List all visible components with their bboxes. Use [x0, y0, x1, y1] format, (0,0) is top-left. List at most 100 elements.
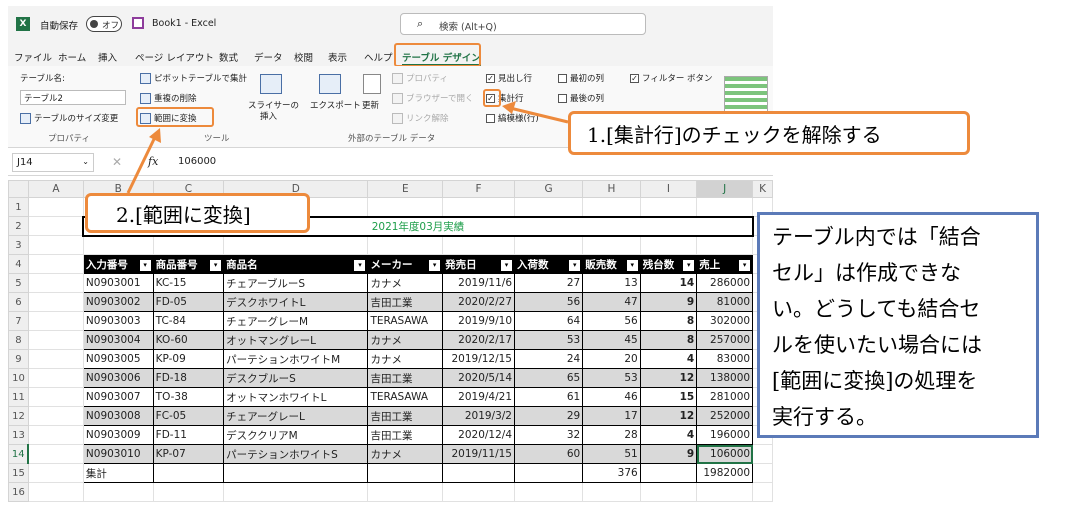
cell[interactable]: N0903006 — [82, 368, 154, 388]
cell[interactable]: 吉田工業 — [367, 292, 444, 312]
cell[interactable]: KP-07 — [152, 444, 225, 464]
tab-home[interactable]: ホーム — [58, 50, 86, 64]
cell[interactable]: 83000 — [696, 349, 754, 369]
cell[interactable]: KP-09 — [152, 349, 225, 369]
row-header[interactable]: 3 — [8, 235, 29, 255]
properties-button[interactable]: プロパティ — [392, 72, 448, 84]
filter-dropdown-icon[interactable]: ▾ — [354, 259, 366, 271]
table-style-thumbnail-icon[interactable] — [724, 76, 768, 114]
header-cell[interactable]: 残台数 ▾ — [639, 254, 698, 274]
cell[interactable] — [223, 463, 369, 483]
col-header-k[interactable]: K — [752, 180, 773, 198]
fx-icon[interactable]: fx — [148, 155, 158, 168]
cell[interactable]: 53 — [513, 330, 584, 350]
cell[interactable] — [442, 463, 515, 483]
filter-dropdown-icon[interactable]: ▾ — [501, 259, 512, 271]
tab-page-layout[interactable]: ページ レイアウト — [135, 50, 214, 64]
cell[interactable]: N0903007 — [82, 387, 154, 407]
cell[interactable]: 2019/3/2 — [442, 406, 515, 426]
filter-dropdown-icon[interactable]: ▾ — [739, 259, 751, 271]
total-revenue-cell[interactable]: 1982000 — [696, 463, 754, 483]
cell[interactable]: 2019/11/15 — [442, 444, 515, 464]
row-header[interactable]: 9 — [8, 349, 29, 369]
cell[interactable]: デスクブルーS — [223, 368, 369, 388]
row-header[interactable]: 8 — [8, 330, 29, 350]
cell[interactable]: チェアーグレーM — [223, 311, 369, 331]
cell[interactable]: 65 — [513, 368, 584, 388]
cell[interactable]: デスクホワイトL — [223, 292, 369, 312]
cell[interactable]: 吉田工業 — [367, 406, 444, 426]
name-box[interactable]: J14 ⌄ — [12, 153, 94, 172]
row-header[interactable]: 11 — [8, 387, 29, 407]
cell[interactable]: 24 — [513, 349, 584, 369]
cell[interactable]: 257000 — [696, 330, 754, 350]
cell[interactable]: 47 — [582, 292, 641, 312]
cell[interactable]: KC-15 — [152, 273, 225, 293]
tab-insert[interactable]: 挿入 — [98, 50, 117, 64]
cell[interactable]: 2020/2/27 — [442, 292, 515, 312]
cell[interactable]: デスククリアM — [223, 425, 369, 445]
cell[interactable]: 2019/4/21 — [442, 387, 515, 407]
header-cell[interactable]: 販売数 ▾ — [582, 254, 641, 274]
filter-dropdown-icon[interactable]: ▾ — [210, 259, 222, 271]
col-header-a[interactable]: A — [27, 180, 84, 198]
col-header-f[interactable]: F — [442, 180, 515, 198]
cell[interactable]: 2019/12/15 — [442, 349, 515, 369]
cell[interactable]: FC-05 — [152, 406, 225, 426]
cell[interactable]: 12 — [639, 368, 698, 388]
filter-dropdown-icon[interactable]: ▾ — [626, 259, 638, 271]
header-cell[interactable]: メーカー ▾ — [367, 254, 444, 274]
row-header[interactable]: 6 — [8, 292, 29, 312]
cell[interactable]: 64 — [513, 311, 584, 331]
cell[interactable]: 56 — [513, 292, 584, 312]
cell[interactable]: 196000 — [696, 425, 754, 445]
row-header[interactable]: 2 — [8, 216, 29, 236]
tab-view[interactable]: 表示 — [328, 50, 347, 64]
cell[interactable]: N0903008 — [82, 406, 154, 426]
cell[interactable]: N0903002 — [82, 292, 154, 312]
pivot-summary-button[interactable]: ピボットテーブルで集計 — [140, 72, 247, 84]
cell[interactable]: 2019/9/10 — [442, 311, 515, 331]
cell[interactable]: 53 — [582, 368, 641, 388]
cell[interactable]: FD-11 — [152, 425, 225, 445]
cell[interactable]: 吉田工業 — [367, 368, 444, 388]
row-header[interactable]: 5 — [8, 273, 29, 293]
header-cell[interactable]: 商品番号 ▾ — [152, 254, 225, 274]
filter-dropdown-icon[interactable]: ▾ — [569, 259, 581, 271]
cell[interactable]: 2020/5/14 — [442, 368, 515, 388]
cell[interactable]: N0903003 — [82, 311, 154, 331]
col-header-g[interactable]: G — [513, 180, 584, 198]
search-box[interactable]: ⌕ 検索 (Alt+Q) — [400, 13, 646, 35]
open-browser-button[interactable]: ブラウザーで開く — [392, 92, 474, 104]
tab-help[interactable]: ヘルプ — [364, 50, 393, 64]
cell[interactable]: TO-38 — [152, 387, 225, 407]
cell[interactable]: 45 — [582, 330, 641, 350]
cell[interactable]: オットマンホワイトL — [223, 387, 369, 407]
cell[interactable]: 吉田工業 — [367, 425, 444, 445]
cell[interactable]: KO-60 — [152, 330, 225, 350]
cell[interactable]: 138000 — [696, 368, 754, 388]
row-header[interactable]: 10 — [8, 368, 29, 388]
selected-cell[interactable]: 106000 — [696, 444, 754, 464]
cell[interactable] — [367, 463, 444, 483]
col-header-j[interactable]: J — [696, 180, 754, 198]
cell[interactable]: N0903010 — [82, 444, 154, 464]
cancel-icon[interactable]: ✕ — [112, 155, 122, 169]
cell[interactable] — [152, 463, 225, 483]
cell[interactable]: FD-05 — [152, 292, 225, 312]
banded-rows-checkbox[interactable]: 縞模様(行) — [486, 112, 539, 124]
cell[interactable]: FD-18 — [152, 368, 225, 388]
last-column-checkbox[interactable]: 最後の列 — [558, 92, 604, 104]
cell[interactable]: パーテションホワイトM — [223, 349, 369, 369]
row-header[interactable]: 4 — [8, 254, 29, 274]
total-sales-count-cell[interactable]: 376 — [582, 463, 641, 483]
cell[interactable]: 281000 — [696, 387, 754, 407]
cell[interactable]: TERASAWA — [367, 311, 444, 331]
filter-button-checkbox[interactable]: ✓ フィルター ボタン — [630, 72, 713, 84]
filter-dropdown-icon[interactable]: ▾ — [139, 259, 151, 271]
cell[interactable]: 9 — [639, 444, 698, 464]
cell[interactable]: 32 — [513, 425, 584, 445]
filter-dropdown-icon[interactable]: ▾ — [429, 259, 441, 271]
cell[interactable]: 2020/12/4 — [442, 425, 515, 445]
cell[interactable]: 14 — [639, 273, 698, 293]
